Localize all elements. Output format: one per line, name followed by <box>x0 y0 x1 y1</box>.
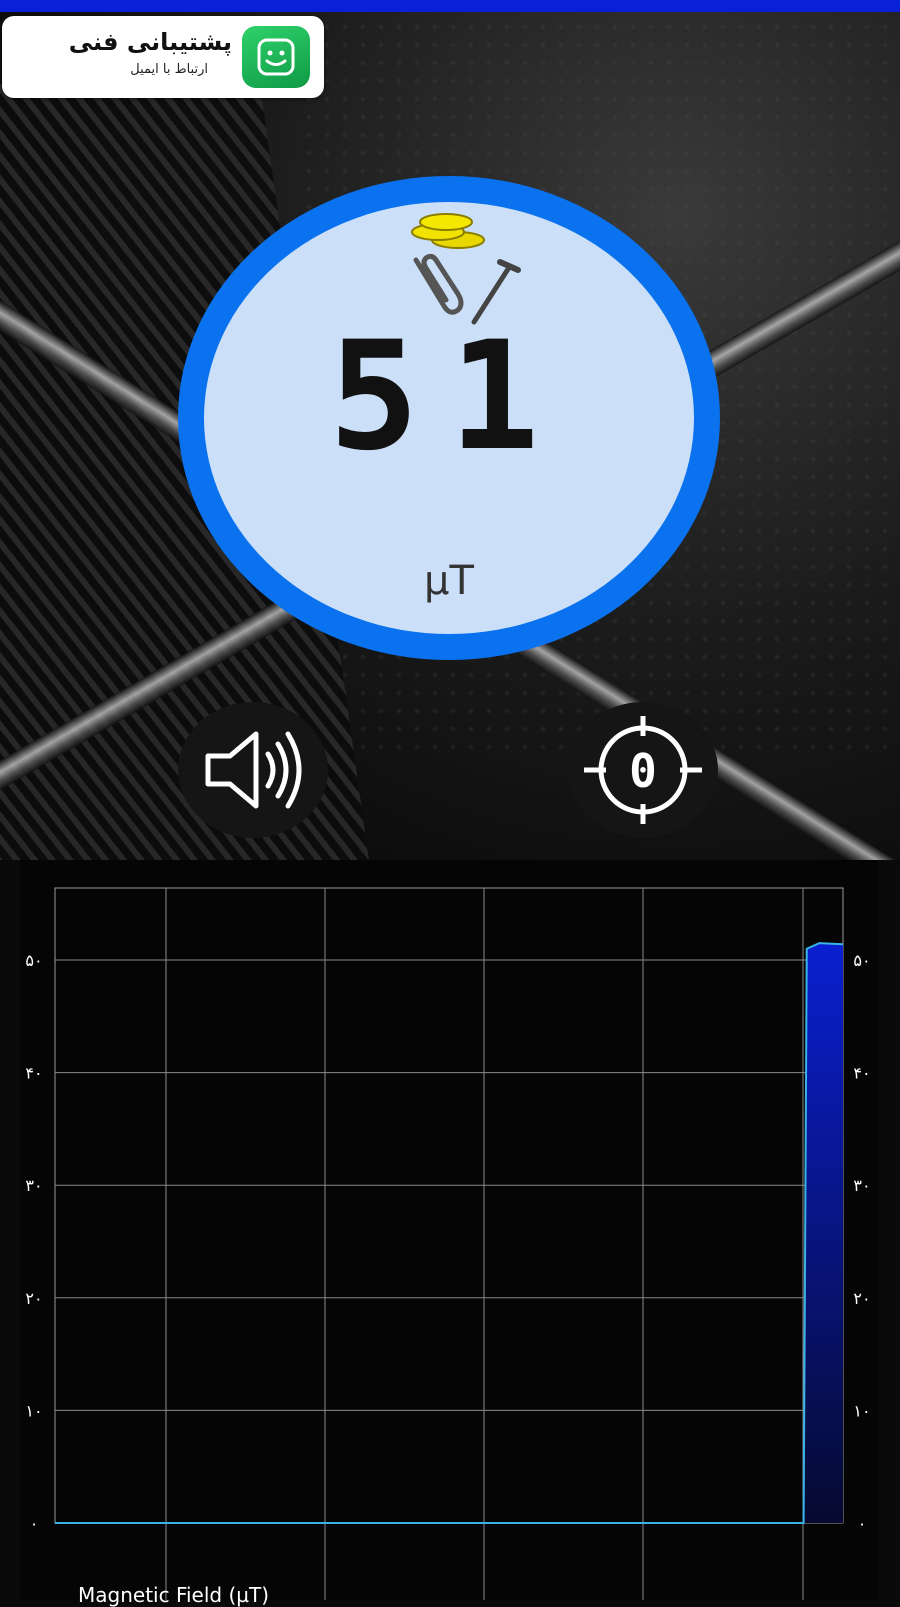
y-tick-label-left: ۴۰ <box>25 1064 42 1083</box>
y-tick-label-left: ۱۰ <box>25 1401 42 1420</box>
support-subtitle: ارتباط با ایمیل <box>130 62 208 77</box>
field-gauge: 51 µT <box>178 176 720 660</box>
y-tick-label-right: ۱۰ <box>853 1401 870 1420</box>
calibrate-button[interactable]: 0 <box>568 702 718 838</box>
y-tick-label-right: ۵۰ <box>853 951 870 970</box>
series-area <box>55 943 843 1523</box>
support-title: پشتیبانی فنی <box>68 28 232 56</box>
support-smiley-icon <box>242 26 310 88</box>
y-tick-label-left: ۵۰ <box>25 951 42 970</box>
y-tick-label-left: ۲۰ <box>25 1289 42 1308</box>
y-tick-label-right: ۴۰ <box>853 1064 870 1083</box>
status-bar <box>0 0 900 12</box>
calibrate-zero-glyph: 0 <box>629 744 657 798</box>
magnetic-field-chart: ۰ ۰ ۱۰ ۱۰ ۲۰ ۲۰ ۳۰ ۳۰ ۴۰ ۴۰ ۵۰ ۵۰ <box>25 887 871 1600</box>
sound-toggle-button[interactable] <box>178 702 328 838</box>
y-tick-label-right: ۲۰ <box>853 1289 870 1308</box>
chart-title: Magnetic Field (µT) <box>78 1583 270 1607</box>
series-line <box>55 942 844 1524</box>
y-tick-label-left: ۰ <box>30 1514 39 1533</box>
y-tick-label-left: ۳۰ <box>25 1176 42 1195</box>
speaker-icon <box>205 731 302 809</box>
field-reading: 51 <box>328 310 570 484</box>
y-tick-label-right: ۰ <box>858 1514 867 1533</box>
plot-border <box>54 887 844 1524</box>
y-tick-label-right: ۳۰ <box>853 1176 870 1195</box>
field-unit: µT <box>424 558 474 604</box>
support-banner[interactable]: پشتیبانی فنی ارتباط با ایمیل <box>2 16 324 98</box>
